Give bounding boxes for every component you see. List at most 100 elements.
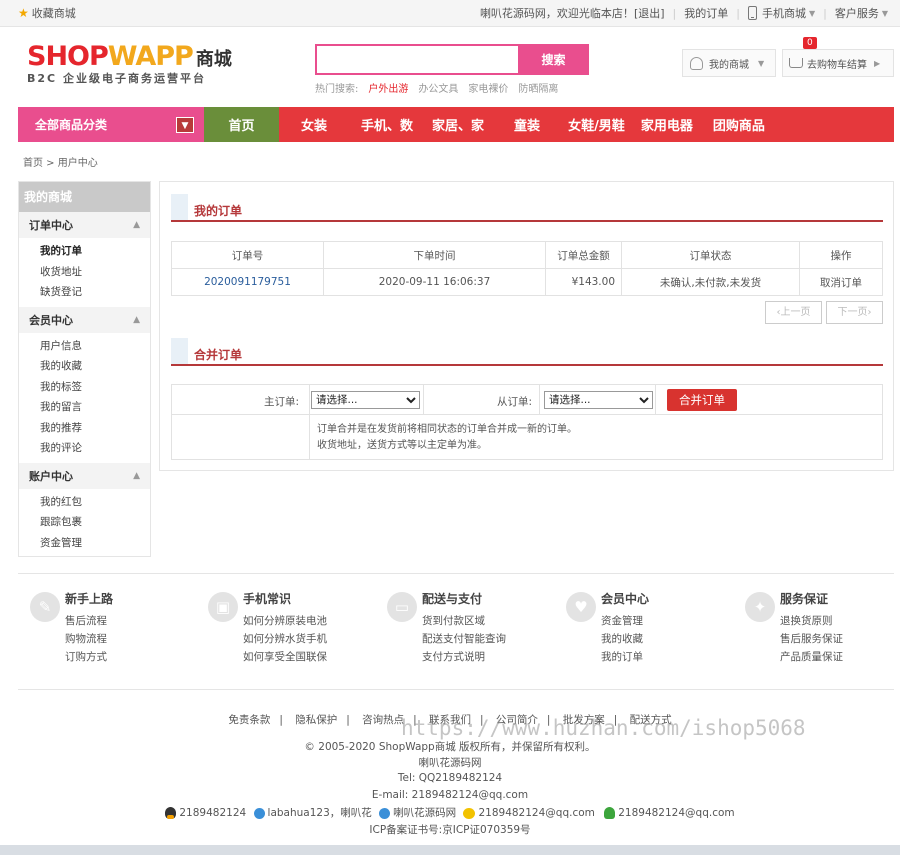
- help-title: 手机常识: [243, 592, 292, 606]
- sidebar-section-account[interactable]: 账户中心 ▲: [19, 462, 150, 489]
- sidebar-item[interactable]: 我的红包: [19, 492, 150, 513]
- main-panel: 我的订单 订单号 下单时间 订单总金额 订单状态 操作 202009117975…: [159, 181, 894, 471]
- help-link[interactable]: 如何享受全国联保: [243, 649, 327, 664]
- wangwang-contact[interactable]: labahua123，喇叭花: [268, 807, 372, 819]
- main-order-select[interactable]: 请选择...: [311, 391, 420, 409]
- sidebar-item[interactable]: 我的留言: [19, 397, 150, 418]
- help-title: 配送与支付: [422, 592, 483, 606]
- header: SHOPWAPP 商城 B2C 企业级电子商务运营平台 搜索 热门搜索: 户外出游…: [0, 27, 900, 107]
- help-link[interactable]: 配送支付智能查询: [422, 631, 506, 646]
- help-link[interactable]: 购物流程: [65, 631, 107, 646]
- help-link[interactable]: 资金管理: [601, 613, 643, 628]
- hot-term[interactable]: 办公文具: [418, 80, 458, 95]
- hot-searches: 热门搜索: 户外出游 办公文具 家电裸价 防晒隔离: [315, 80, 589, 95]
- nav-item[interactable]: 家居、家: [432, 107, 484, 142]
- logo[interactable]: SHOPWAPP 商城 B2C 企业级电子商务运营平台: [27, 41, 232, 86]
- nav-item[interactable]: 女鞋/男鞋: [568, 107, 625, 142]
- chevron-down-icon: ▼: [808, 8, 816, 18]
- footer-site-name: 喇叭花源码网: [418, 757, 482, 769]
- cancel-order-button[interactable]: 取消订单: [799, 268, 883, 296]
- next-page-button[interactable]: 下一页›: [826, 301, 883, 324]
- search-area: 搜索 热门搜索: 户外出游 办公文具 家电裸价 防晒隔离: [315, 44, 589, 95]
- sidebar-item[interactable]: 我的标签: [19, 377, 150, 398]
- help-link[interactable]: 订购方式: [65, 649, 107, 664]
- breadcrumb[interactable]: 首页 > 用户中心: [23, 154, 98, 169]
- sidebar-section-orders[interactable]: 订单中心 ▲: [19, 212, 150, 238]
- bus-icon: ▣: [208, 592, 238, 622]
- nav-item[interactable]: 童装: [514, 107, 540, 142]
- favorite-link[interactable]: ★ 收藏商城: [18, 5, 76, 21]
- search-button[interactable]: 搜索: [518, 44, 589, 75]
- nav-item[interactable]: 手机、数: [361, 107, 413, 142]
- qq-icon: [165, 807, 177, 819]
- search-input[interactable]: [315, 44, 518, 75]
- column-header: 操作: [799, 241, 883, 269]
- help-link[interactable]: 售后流程: [65, 613, 107, 628]
- pagination: ‹上一页 下一页›: [765, 301, 883, 324]
- hot-term[interactable]: 家电裸价: [468, 80, 508, 95]
- icp-license[interactable]: ICP备案证书号:京ICP证070359号: [0, 822, 900, 837]
- top-my-orders-link[interactable]: 我的订单: [684, 5, 728, 21]
- hot-term[interactable]: 防晒隔离: [518, 80, 558, 95]
- sidebar-item[interactable]: 资金管理: [19, 533, 150, 554]
- all-categories-button[interactable]: 全部商品分类 ▼: [18, 107, 204, 142]
- copyright: © 2005-2020 ShopWapp商城 版权所有，并保留所有权利。: [304, 741, 596, 753]
- chevron-down-icon: ▼: [758, 58, 765, 68]
- chevron-down-icon: ▼: [176, 116, 194, 133]
- sidebar-item[interactable]: 收货地址: [19, 262, 150, 283]
- sidebar-item[interactable]: 我的评论: [19, 438, 150, 459]
- logo-mall: 商城: [195, 49, 232, 70]
- nav-item-home[interactable]: 首页: [204, 107, 279, 142]
- help-link[interactable]: 我的订单: [601, 649, 643, 664]
- sidebar-item[interactable]: 跟踪包裹: [19, 512, 150, 533]
- order-status: 未确认,未付款,未发货: [621, 268, 800, 296]
- help-link[interactable]: 如何分辨原装电池: [243, 613, 327, 628]
- mobile-mall-link[interactable]: 手机商城: [762, 5, 806, 21]
- sidebar-section-member[interactable]: 会员中心 ▲: [19, 306, 150, 333]
- customer-service-link[interactable]: 客户服务: [835, 5, 879, 21]
- wangwang-icon: [253, 807, 265, 819]
- help-link[interactable]: 货到付款区域: [422, 613, 485, 628]
- fetion-contact[interactable]: 2189482124@qq.com: [618, 807, 734, 819]
- nav-item[interactable]: 团购商品: [713, 107, 765, 142]
- nav-item[interactable]: 女装: [301, 107, 327, 142]
- help-link[interactable]: 产品质量保证: [780, 649, 843, 664]
- my-mall-button[interactable]: 我的商城 ▼: [682, 49, 776, 77]
- sidebar-item[interactable]: 我的收藏: [19, 356, 150, 377]
- next-page-label: 下一页: [837, 302, 868, 323]
- help-link[interactable]: 我的收藏: [601, 631, 643, 646]
- order-number-link[interactable]: 2020091179751: [171, 268, 324, 296]
- cart-button[interactable]: 0 去购物车结算 ▶: [782, 37, 894, 77]
- qq-contact[interactable]: 2189482124: [179, 807, 246, 819]
- section-title: 账户中心: [29, 469, 73, 483]
- sidebar-item[interactable]: 我的推荐: [19, 418, 150, 439]
- table-row: 2020091179751 2020-09-11 16:06:37 ¥143.0…: [171, 268, 883, 296]
- wrench-icon: ✦: [745, 592, 775, 622]
- favorite-label: 收藏商城: [31, 7, 76, 20]
- footer-link[interactable]: 免责条款: [228, 714, 270, 726]
- nav-item[interactable]: 家用电器: [641, 107, 693, 142]
- chevron-right-icon: ▶: [874, 58, 881, 68]
- logout-link[interactable]: [退出]: [634, 5, 665, 21]
- sidebar-item[interactable]: 用户信息: [19, 336, 150, 357]
- help-link[interactable]: 如何分辨水货手机: [243, 631, 327, 646]
- help-link[interactable]: 售后服务保证: [780, 631, 843, 646]
- welcome-text: 喇叭花源码网，欢迎光临本店！: [479, 7, 634, 20]
- hot-term[interactable]: 户外出游: [368, 80, 408, 95]
- logo-wapp: WAPP: [107, 41, 194, 72]
- help-title: 会员中心: [601, 592, 650, 606]
- prev-page-button[interactable]: ‹上一页: [765, 301, 822, 324]
- star-icon: ★: [18, 6, 29, 20]
- orders-title: 我的订单: [194, 204, 243, 218]
- footer-link[interactable]: 隐私保护: [295, 714, 337, 726]
- chevron-right-icon: ›: [867, 302, 872, 323]
- help-link[interactable]: 退换货原则: [780, 613, 833, 628]
- footer-link[interactable]: 咨询热点: [362, 714, 404, 726]
- sidebar-item[interactable]: 缺货登记: [19, 282, 150, 303]
- msn-contact[interactable]: 2189482124@qq.com: [478, 807, 594, 819]
- merge-order-button[interactable]: 合并订单: [667, 389, 737, 411]
- yahoo-contact[interactable]: 喇叭花源码网: [393, 807, 456, 819]
- sub-order-select[interactable]: 请选择...: [544, 391, 653, 409]
- help-link[interactable]: 支付方式说明: [422, 649, 485, 664]
- sidebar-item-my-orders[interactable]: 我的订单: [19, 241, 150, 262]
